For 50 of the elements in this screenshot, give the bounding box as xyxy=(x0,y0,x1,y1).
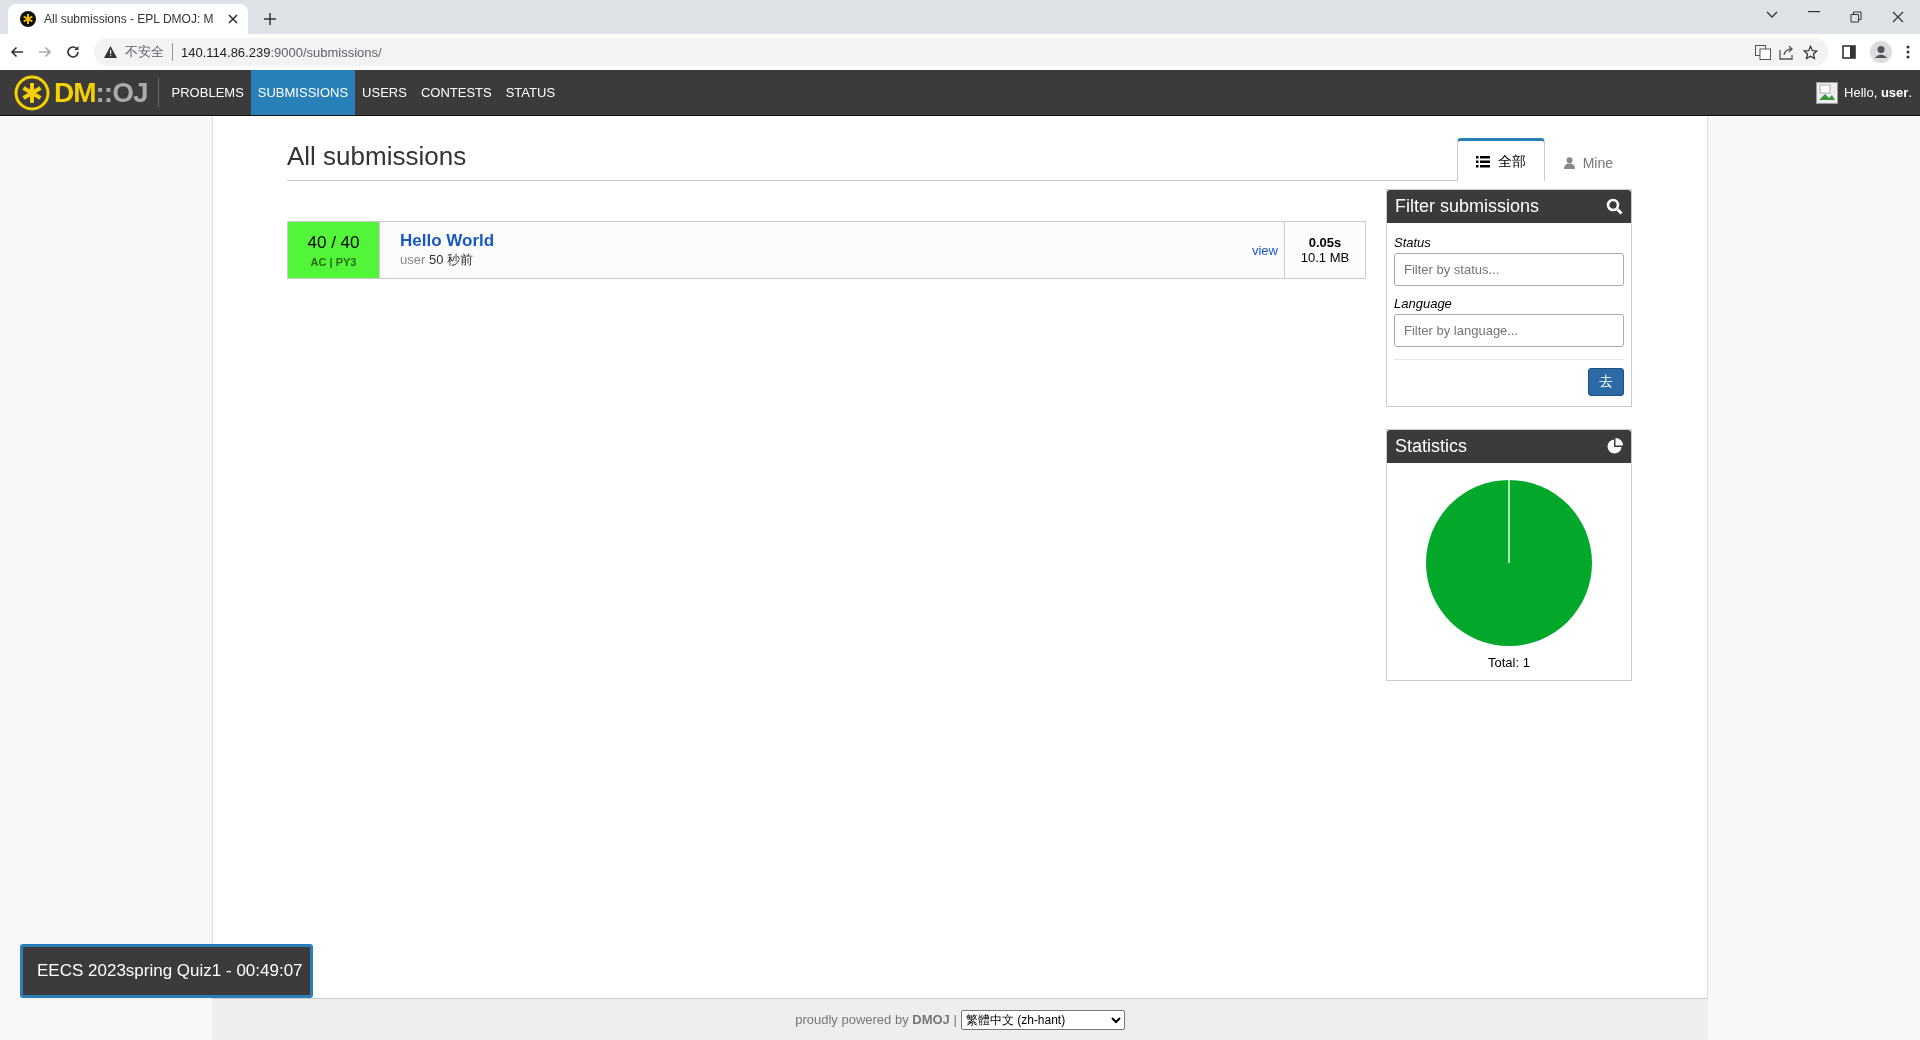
footer-text: proudly powered by DMOJ | xyxy=(795,1012,957,1027)
nav-link[interactable]: USERS xyxy=(355,70,414,115)
chevron-down-icon[interactable] xyxy=(1766,11,1778,19)
close-icon[interactable] xyxy=(228,14,238,24)
field-label: Status xyxy=(1394,235,1432,250)
avatar-icon xyxy=(1816,81,1839,104)
close-icon[interactable] xyxy=(1892,11,1904,23)
share-icon[interactable] xyxy=(1779,44,1795,60)
pie-chart-icon xyxy=(1606,438,1623,455)
side-panel-icon[interactable] xyxy=(1842,45,1856,59)
view-tab[interactable]: 全部 xyxy=(1456,138,1545,181)
nav-link[interactable]: PROBLEMS xyxy=(164,70,251,115)
address-bar[interactable]: 不安全 140.114.86.239:9000/submissions/ xyxy=(94,38,1828,66)
page-title: All submissions xyxy=(287,141,468,172)
resource-usage: 0.05s 10.1 MB xyxy=(1284,222,1365,278)
profile-icon[interactable] xyxy=(1870,41,1892,63)
go-button[interactable]: 去 xyxy=(1588,368,1624,396)
nav-link[interactable]: SUBMISSIONS xyxy=(250,70,356,115)
problem-link[interactable]: Hello World xyxy=(400,231,1252,251)
language-select[interactable]: 繁體中文 (zh-hant) xyxy=(960,1009,1125,1030)
reload-icon[interactable] xyxy=(66,45,80,59)
warning-icon xyxy=(104,46,117,58)
greeting-text: Hello, user. xyxy=(1844,85,1912,100)
filter-field[interactable]: Filter by language... xyxy=(1394,314,1624,347)
submission-meta: user 50 秒前 xyxy=(400,251,474,269)
contest-timer[interactable]: EECS 2023spring Quiz1 - 00:49:07 xyxy=(20,944,313,998)
tab-title: All submissions - EPL DMOJ: M xyxy=(44,12,215,26)
url-text: 140.114.86.239:9000/submissions/ xyxy=(181,44,382,60)
user-icon xyxy=(1563,157,1575,169)
search-icon xyxy=(1606,198,1623,215)
field-label: Language xyxy=(1394,296,1453,311)
more-icon[interactable] xyxy=(1906,45,1910,59)
score-text: 40 / 40 xyxy=(307,232,360,253)
star-icon[interactable] xyxy=(1803,44,1818,60)
back-icon[interactable] xyxy=(10,46,24,58)
browser-tab[interactable]: All submissions - EPL DMOJ: M xyxy=(8,4,248,34)
view-link[interactable]: view xyxy=(1252,242,1284,258)
restore-icon[interactable] xyxy=(1850,11,1862,23)
minimize-icon[interactable] xyxy=(1808,11,1820,13)
security-label: 不安全 xyxy=(125,43,173,61)
panel-title: Statistics xyxy=(1395,436,1468,457)
result-text: AC | PY3 xyxy=(310,255,357,268)
panel-title: Filter submissions xyxy=(1395,196,1540,217)
nav-link[interactable]: STATUS xyxy=(498,70,563,115)
filter-field[interactable]: Filter by status... xyxy=(1394,253,1624,286)
nav-link[interactable]: CONTESTS xyxy=(413,70,499,115)
total-count: Total: 1 xyxy=(1488,655,1530,670)
site-favicon xyxy=(20,11,36,27)
list-icon xyxy=(1475,156,1490,168)
new-tab-icon[interactable] xyxy=(264,13,276,25)
